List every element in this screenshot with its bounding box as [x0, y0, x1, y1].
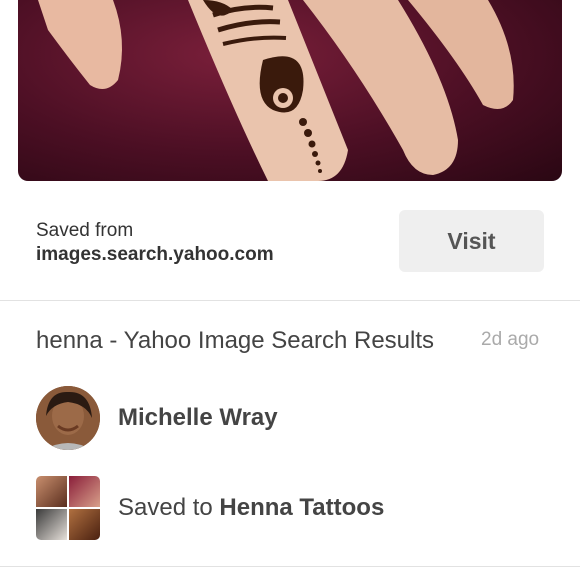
- bottom-divider: [0, 566, 580, 567]
- board-thumbnail: [36, 476, 100, 540]
- board-name[interactable]: Henna Tattoos: [219, 494, 384, 521]
- board-prefix: Saved to: [118, 494, 213, 521]
- saved-from-label: Saved from: [36, 220, 134, 241]
- saved-from-block: Saved from images.search.yahoo.com: [36, 219, 274, 267]
- pin-age: 2d ago: [481, 329, 540, 350]
- visit-button[interactable]: Visit: [399, 210, 544, 272]
- pinner-name: Michelle Wray: [118, 404, 278, 431]
- pin-title: henna - Yahoo Image Search Results: [36, 327, 435, 354]
- pin-image[interactable]: [18, 0, 562, 181]
- henna-hand-photo: [38, 0, 514, 181]
- board-label: Saved to Henna Tattoos: [118, 494, 384, 522]
- avatar: [36, 386, 100, 450]
- board-row[interactable]: Saved to Henna Tattoos: [36, 476, 384, 540]
- pinner-row[interactable]: Michelle Wray: [36, 386, 278, 450]
- source-domain-link[interactable]: images.search.yahoo.com: [36, 243, 274, 267]
- section-divider: [0, 300, 580, 301]
